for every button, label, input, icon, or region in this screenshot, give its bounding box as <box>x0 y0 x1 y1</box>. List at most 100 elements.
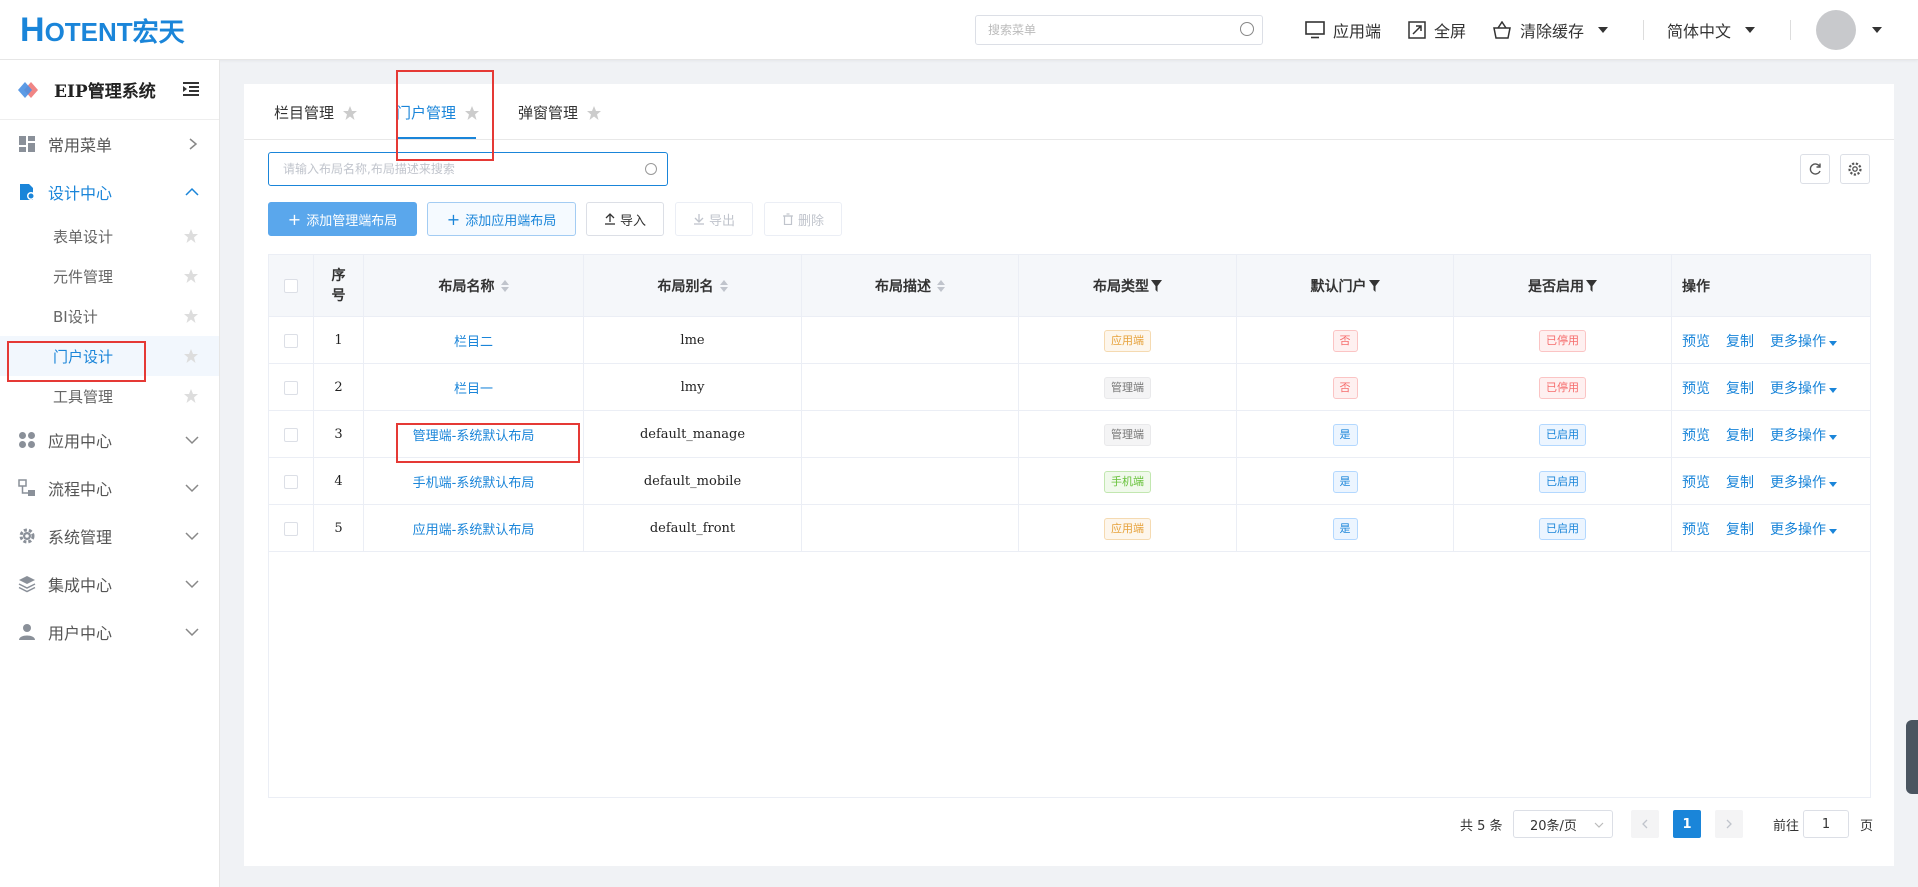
page-size-select[interactable]: 20条/页 <box>1513 810 1613 838</box>
layout-name-link[interactable]: 栏目一 <box>454 378 493 397</box>
star-icon[interactable] <box>183 348 199 364</box>
star-icon[interactable] <box>183 308 199 324</box>
column-header-enabled[interactable]: 是否启用 <box>1454 255 1672 317</box>
column-header-desc[interactable]: 布局描述 <box>802 255 1019 317</box>
more-ops-dropdown[interactable]: 更多操作 <box>1770 331 1837 351</box>
more-ops-label: 更多操作 <box>1770 380 1826 397</box>
filter-icon[interactable] <box>1151 280 1162 292</box>
row-checkbox[interactable] <box>284 474 298 489</box>
settings-button[interactable] <box>1840 154 1870 184</box>
more-ops-dropdown[interactable]: 更多操作 <box>1770 472 1837 492</box>
eip-logo-icon <box>18 81 38 98</box>
more-ops-dropdown[interactable]: 更多操作 <box>1770 378 1837 398</box>
copy-link[interactable]: 复制 <box>1726 331 1754 351</box>
type-cell: 手机端 <box>1019 458 1237 505</box>
floating-side-widget[interactable] <box>1906 720 1918 794</box>
copy-link[interactable]: 复制 <box>1726 472 1754 492</box>
preview-link[interactable]: 预览 <box>1682 472 1710 492</box>
seq-cell: 4 <box>314 458 364 505</box>
search-icon[interactable] <box>1240 22 1254 36</box>
copy-link[interactable]: 复制 <box>1726 378 1754 398</box>
add-manage-layout-button[interactable]: + 添加管理端布局 <box>268 202 417 236</box>
column-header-name[interactable]: 布局名称 <box>364 255 584 317</box>
caret-down-icon <box>1829 340 1837 346</box>
star-icon[interactable] <box>183 268 199 284</box>
sort-icon[interactable] <box>500 280 509 292</box>
fullscreen-button[interactable]: 全屏 <box>1408 18 1466 42</box>
user-icon <box>19 624 35 640</box>
delete-button[interactable]: 删除 <box>764 202 842 236</box>
sidebar-item-app-center[interactable]: 应用中心 <box>0 416 219 464</box>
copy-link[interactable]: 复制 <box>1726 519 1754 539</box>
layout-name-link[interactable]: 手机端-系统默认布局 <box>413 472 535 491</box>
ops-cell: 预览 复制 更多操作 <box>1672 505 1870 552</box>
export-button[interactable]: 导出 <box>675 202 753 236</box>
sidebar-item-common-menu[interactable]: 常用菜单 <box>0 120 219 168</box>
select-all-checkbox[interactable] <box>284 279 298 293</box>
search-icon[interactable] <box>645 163 657 175</box>
sidebar-item-integration-center[interactable]: 集成中心 <box>0 560 219 608</box>
copy-link[interactable]: 复制 <box>1726 425 1754 445</box>
column-header-type[interactable]: 布局类型 <box>1019 255 1237 317</box>
sidebar-subitem-tool-management[interactable]: 工具管理 <box>0 376 219 416</box>
preview-link[interactable]: 预览 <box>1682 425 1710 445</box>
seq-cell: 5 <box>314 505 364 552</box>
layout-name-link[interactable]: 应用端-系统默认布局 <box>413 519 535 538</box>
refresh-icon <box>1809 163 1821 175</box>
filter-icon[interactable] <box>1586 280 1597 292</box>
star-icon[interactable] <box>183 228 199 244</box>
default-badge: 是 <box>1332 470 1358 493</box>
more-ops-dropdown[interactable]: 更多操作 <box>1770 425 1837 445</box>
clear-cache-dropdown[interactable]: 清除缓存 <box>1492 18 1609 42</box>
goto-page-input[interactable]: 1 <box>1803 810 1849 838</box>
sidebar-subitem-component-management[interactable]: 元件管理 <box>0 256 219 296</box>
preview-link[interactable]: 预览 <box>1682 331 1710 351</box>
row-checkbox[interactable] <box>284 521 298 536</box>
star-icon[interactable] <box>342 105 358 121</box>
column-header-alias[interactable]: 布局别名 <box>584 255 802 317</box>
refresh-button[interactable] <box>1800 154 1830 184</box>
app-end-button[interactable]: 应用端 <box>1305 18 1381 42</box>
sidebar-item-user-center[interactable]: 用户中心 <box>0 608 219 656</box>
star-icon[interactable] <box>183 388 199 404</box>
preview-link[interactable]: 预览 <box>1682 378 1710 398</box>
user-avatar[interactable] <box>1816 10 1856 50</box>
layout-name-link[interactable]: 栏目二 <box>454 331 493 350</box>
sidebar-subitem-bi-design[interactable]: BI设计 <box>0 296 219 336</box>
star-icon[interactable] <box>586 105 602 121</box>
gear-icon <box>19 528 35 544</box>
sidebar-item-flow-center[interactable]: 流程中心 <box>0 464 219 512</box>
next-page-button[interactable] <box>1715 810 1743 838</box>
prev-page-button[interactable] <box>1631 810 1659 838</box>
sort-icon[interactable] <box>719 280 728 292</box>
import-button[interactable]: 导入 <box>586 202 664 236</box>
tab-column-management[interactable]: 栏目管理 <box>274 102 358 123</box>
sidebar-subitem-form-design[interactable]: 表单设计 <box>0 216 219 256</box>
sidebar-item-design-center[interactable]: 设计中心 <box>0 168 219 216</box>
fullscreen-icon <box>1408 21 1426 39</box>
alias-cell: lme <box>584 317 802 364</box>
row-checkbox[interactable] <box>284 427 298 442</box>
row-checkbox[interactable] <box>284 380 298 395</box>
menu-search-input[interactable]: 搜索菜单 <box>975 15 1263 45</box>
column-header-default[interactable]: 默认门户 <box>1237 255 1454 317</box>
sidebar-item-system-management[interactable]: 系统管理 <box>0 512 219 560</box>
ops-cell: 预览 复制 更多操作 <box>1672 411 1870 458</box>
tab-popup-management[interactable]: 弹窗管理 <box>518 102 602 123</box>
sidebar-subitem-label: BI设计 <box>53 307 98 326</box>
filter-icon[interactable] <box>1368 280 1380 292</box>
type-cell: 管理端 <box>1019 411 1237 458</box>
add-app-layout-button[interactable]: + 添加应用端布局 <box>427 202 576 236</box>
desc-cell <box>802 317 1019 364</box>
hotent-logo[interactable]: H OTENT宏天 <box>20 11 185 49</box>
sort-icon[interactable] <box>937 280 945 292</box>
language-dropdown[interactable]: 简体中文 <box>1667 18 1756 42</box>
user-menu-chevron-icon[interactable] <box>1872 27 1882 33</box>
gear-icon <box>1848 162 1862 176</box>
page-number-current[interactable]: 1 <box>1673 810 1701 838</box>
row-checkbox[interactable] <box>284 333 298 348</box>
column-header-label: 操作 <box>1682 279 1710 295</box>
more-ops-dropdown[interactable]: 更多操作 <box>1770 519 1837 539</box>
preview-link[interactable]: 预览 <box>1682 519 1710 539</box>
menu-fold-icon[interactable] <box>183 82 199 96</box>
